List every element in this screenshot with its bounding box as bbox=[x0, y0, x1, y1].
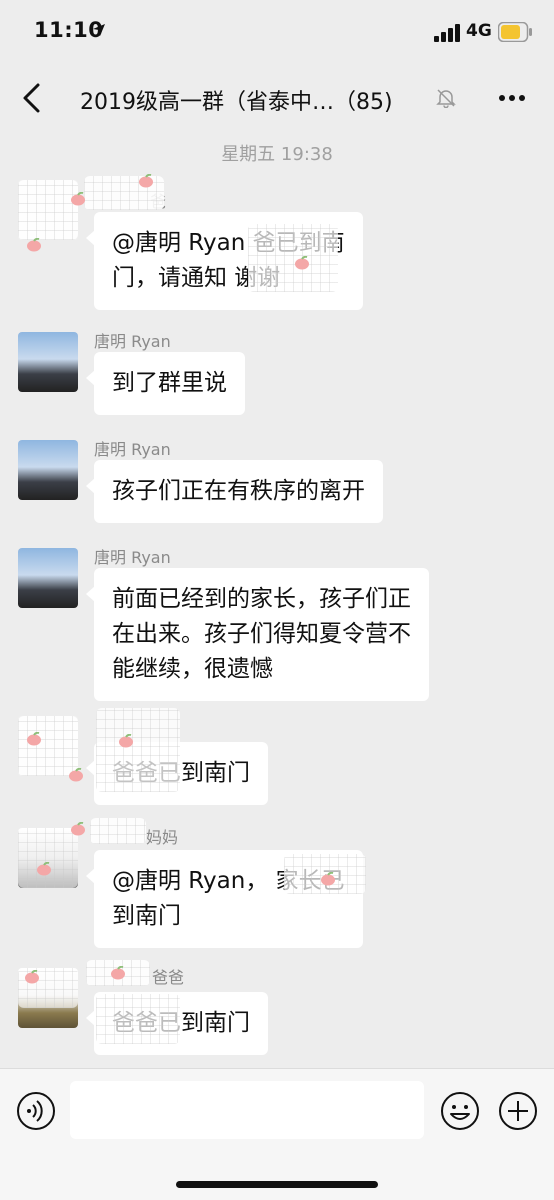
avatar[interactable] bbox=[18, 440, 78, 500]
message-bubble[interactable]: 前面已经到的家长，孩子们正 在出来。孩子们得知夏令营不 能继续，很遗憾 bbox=[86, 568, 429, 701]
network-type: 4G bbox=[466, 21, 492, 41]
message-item: 唐明 Ryan 前面已经到的家长，孩子们正 在出来。孩子们得知夏令营不 能继续，… bbox=[0, 544, 554, 706]
peach-icon bbox=[119, 734, 133, 748]
message-item: 唐明 Ryan 孩子们正在有秩序的离开 bbox=[0, 436, 554, 528]
avatar[interactable] bbox=[18, 828, 78, 888]
peach-icon bbox=[69, 768, 83, 782]
avatar[interactable] bbox=[18, 180, 78, 240]
sender-name: 唐明 Ryan bbox=[94, 332, 171, 351]
location-arrow-icon bbox=[93, 24, 105, 36]
status-bar: 11:10 4G bbox=[0, 0, 554, 70]
signal-bars-icon bbox=[434, 24, 460, 42]
message-bubble[interactable]: 孩子们正在有秩序的离开 bbox=[86, 460, 383, 523]
peach-icon bbox=[295, 256, 309, 270]
message-list[interactable]: 星期五 19:38 爸 @唐明 Ryan 爸已到南 门，请通知 谢谢 唐明 Ry… bbox=[0, 128, 554, 1068]
privacy-blur bbox=[248, 224, 338, 292]
chat-title[interactable]: 2019级高一群（省泰中…（85) bbox=[80, 84, 393, 116]
peach-icon bbox=[37, 862, 51, 876]
sender-name: 妈妈 bbox=[146, 828, 179, 847]
plus-icon[interactable] bbox=[498, 1091, 538, 1131]
avatar[interactable] bbox=[18, 548, 78, 608]
message-item: 唐明 Ryan 到了群里说 bbox=[0, 328, 554, 420]
emoji-icon[interactable] bbox=[440, 1091, 480, 1131]
privacy-blur bbox=[18, 716, 78, 776]
peach-icon bbox=[321, 872, 335, 886]
peach-icon bbox=[111, 966, 125, 980]
home-indicator bbox=[176, 1181, 378, 1188]
message-input[interactable] bbox=[70, 1081, 424, 1139]
message-item: 爸爸 爸爸已到南门 bbox=[0, 960, 554, 1064]
privacy-blur bbox=[96, 994, 180, 1044]
message-line: 在出来。孩子们得知夏令营不 bbox=[112, 621, 411, 647]
peach-icon bbox=[139, 174, 153, 188]
avatar[interactable] bbox=[18, 716, 78, 776]
voice-icon[interactable] bbox=[16, 1091, 56, 1131]
bell-muted-icon bbox=[436, 89, 456, 108]
message-item: 妈妈 @唐明 Ryan， 家长已 到南门 bbox=[0, 818, 554, 954]
message-line: 孩子们正在有秩序的离开 bbox=[112, 478, 365, 504]
message-line: 到了群里说 bbox=[112, 370, 227, 396]
message-timestamp: 星期五 19:38 bbox=[221, 144, 333, 165]
message-item: 爸 @唐明 Ryan 爸已到南 门，请通知 谢谢 bbox=[0, 174, 554, 316]
message-bubble[interactable]: 到了群里说 bbox=[86, 352, 245, 415]
privacy-blur bbox=[18, 180, 78, 240]
sender-name: 唐明 Ryan bbox=[94, 548, 171, 567]
message-line: 到南门 bbox=[112, 903, 181, 929]
peach-icon bbox=[27, 238, 41, 252]
privacy-blur bbox=[18, 828, 78, 888]
peach-icon bbox=[27, 732, 41, 746]
chat-header: 2019级高一群（省泰中…（85) bbox=[0, 70, 554, 128]
sender-name: 爸爸 bbox=[152, 968, 185, 987]
chevron-left-icon[interactable] bbox=[20, 82, 44, 114]
message-line: 前面已经到的家长，孩子们正 bbox=[112, 586, 411, 612]
peach-icon bbox=[71, 192, 85, 206]
privacy-blur bbox=[96, 708, 180, 792]
message-line: 能继续，很遗憾 bbox=[112, 656, 273, 682]
avatar[interactable] bbox=[18, 332, 78, 392]
peach-icon bbox=[71, 822, 85, 836]
input-bar bbox=[0, 1068, 554, 1200]
battery-icon bbox=[498, 22, 532, 42]
privacy-blur bbox=[90, 818, 146, 844]
sender-name: 唐明 Ryan bbox=[94, 440, 171, 459]
peach-icon bbox=[25, 970, 39, 984]
more-dots-icon[interactable] bbox=[496, 86, 528, 110]
message-item: 爸爸已到南门 bbox=[0, 708, 554, 808]
